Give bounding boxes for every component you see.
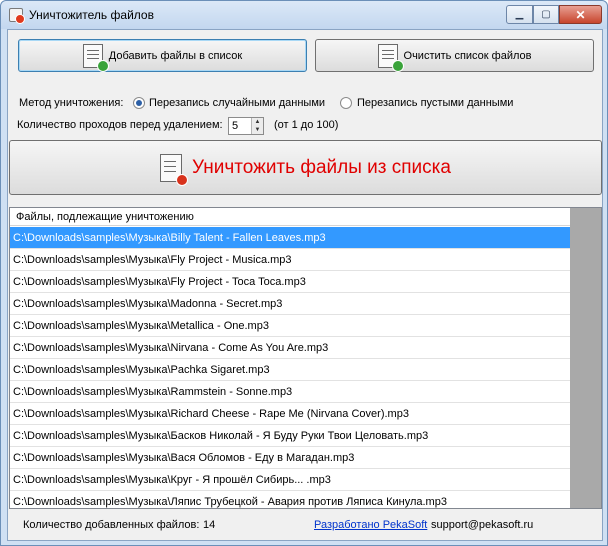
maximize-button[interactable]: ▢ xyxy=(533,5,559,24)
destroy-files-label: Уничтожить файлы из списка xyxy=(192,156,451,178)
passes-stepper-buttons[interactable]: ▲ ▼ xyxy=(251,118,263,134)
file-list-item[interactable]: C:\Downloads\samples\Музыка\Nirvana - Co… xyxy=(10,337,570,359)
destroy-document-icon xyxy=(160,153,189,186)
passes-range-hint: (от 1 до 100) xyxy=(274,119,339,131)
minimize-icon: ▁ xyxy=(515,9,524,20)
app-shredder-icon xyxy=(9,8,25,24)
minimize-button[interactable]: ▁ xyxy=(506,5,533,24)
client-area: Добавить файлы в список Очистить список … xyxy=(7,29,603,541)
close-icon: ✕ xyxy=(575,7,586,22)
add-document-icon xyxy=(82,43,109,72)
radio-random-data-label[interactable]: Перезапись случайными данными xyxy=(149,97,325,109)
radio-random-data[interactable] xyxy=(133,97,145,109)
close-button[interactable]: ✕ xyxy=(559,5,602,24)
passes-stepper[interactable]: 5 ▲ ▼ xyxy=(228,117,264,135)
title-bar[interactable]: Уничтожитель файлов ▁ ▢ ✕ xyxy=(1,1,607,29)
file-list-item[interactable]: C:\Downloads\samples\Музыка\Басков Никол… xyxy=(10,425,570,447)
support-email: support@pekasoft.ru xyxy=(431,519,534,531)
file-list-item[interactable]: C:\Downloads\samples\Музыка\Metallica - … xyxy=(10,315,570,337)
file-list-item[interactable]: C:\Downloads\samples\Музыка\Pachka Sigar… xyxy=(10,359,570,381)
passes-label: Количество проходов перед удалением: xyxy=(17,119,223,131)
file-list-item[interactable]: C:\Downloads\samples\Музыка\Fly Project … xyxy=(10,271,570,293)
vertical-scrollbar[interactable] xyxy=(570,208,601,508)
method-label: Метод уничтожения: xyxy=(19,97,124,109)
clear-document-icon xyxy=(377,43,404,72)
stepper-up-icon[interactable]: ▲ xyxy=(252,118,263,126)
file-count-label: Количество добавленных файлов: xyxy=(23,519,200,531)
developer-link[interactable]: Разработано PekaSoft xyxy=(314,519,427,531)
file-list-item[interactable]: C:\Downloads\samples\Музыка\Круг - Я про… xyxy=(10,469,570,491)
add-files-button[interactable]: Добавить файлы в список xyxy=(18,39,307,72)
passes-value[interactable]: 5 xyxy=(232,120,238,132)
clear-list-label: Очистить список файлов xyxy=(403,49,532,62)
add-files-label: Добавить файлы в список xyxy=(108,49,243,62)
radio-empty-data[interactable] xyxy=(340,97,352,109)
window-title: Уничтожитель файлов xyxy=(29,8,154,22)
file-list-rows: C:\Downloads\samples\Музыка\Billy Talent… xyxy=(10,227,570,508)
file-count-value: 14 xyxy=(203,519,216,531)
destroy-files-button[interactable]: Уничтожить файлы из списка xyxy=(9,140,602,195)
file-list-item[interactable]: C:\Downloads\samples\Музыка\Rammstein - … xyxy=(10,381,570,403)
file-list-item[interactable]: C:\Downloads\samples\Музыка\Richard Chee… xyxy=(10,403,570,425)
radio-empty-data-label[interactable]: Перезапись пустыми данными xyxy=(357,97,513,109)
app-window: Уничтожитель файлов ▁ ▢ ✕ Добавить файлы… xyxy=(0,0,608,546)
file-list-header[interactable]: Файлы, подлежащие уничтожению xyxy=(10,208,570,226)
clear-list-button[interactable]: Очистить список файлов xyxy=(315,39,594,72)
file-list-item[interactable]: C:\Downloads\samples\Музыка\Billy Talent… xyxy=(10,227,570,249)
file-list-item[interactable]: C:\Downloads\samples\Музыка\Madonna - Se… xyxy=(10,293,570,315)
file-list[interactable]: Файлы, подлежащие уничтожению C:\Downloa… xyxy=(9,207,602,509)
file-list-item[interactable]: C:\Downloads\samples\Музыка\Fly Project … xyxy=(10,249,570,271)
file-list-item[interactable]: C:\Downloads\samples\Музыка\Ляпис Трубец… xyxy=(10,491,570,508)
stepper-down-icon[interactable]: ▼ xyxy=(252,126,263,134)
file-list-item[interactable]: C:\Downloads\samples\Музыка\Вася Обломов… xyxy=(10,447,570,469)
maximize-icon: ▢ xyxy=(541,9,551,20)
